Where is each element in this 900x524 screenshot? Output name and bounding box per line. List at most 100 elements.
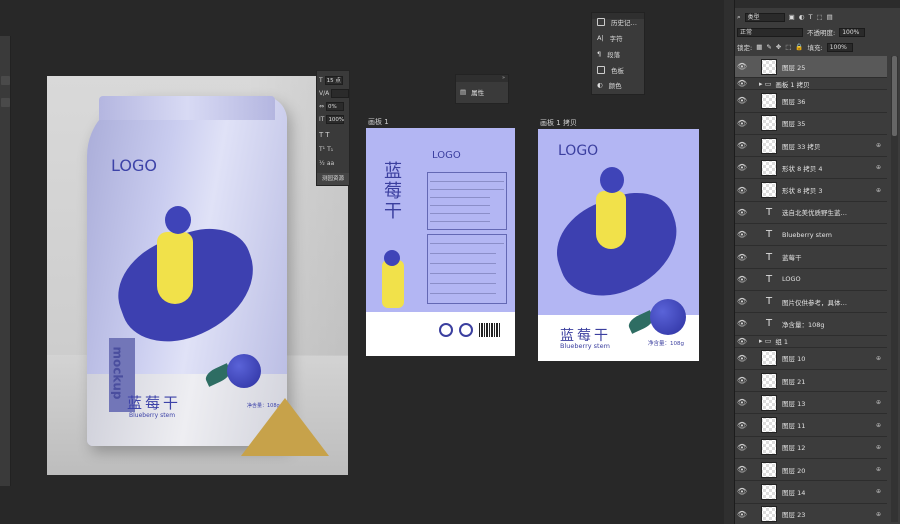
italic-icon[interactable]: T <box>325 131 329 139</box>
layer-row[interactable]: 👁 形状 8 拷贝 3 ⊕ <box>735 179 887 202</box>
layer-row[interactable]: 👁 ▸ ▭ 画板 1 拷贝 <box>735 78 887 91</box>
layer-filter-select[interactable]: 类型 <box>744 12 785 22</box>
layer-row[interactable]: 👁 图层 23 ⊕ <box>735 504 887 524</box>
blend-mode-select[interactable]: 正常 <box>737 27 803 37</box>
visibility-eye-icon[interactable]: 👁 <box>735 275 749 284</box>
visibility-eye-icon[interactable]: 👁 <box>735 253 749 262</box>
layer-name[interactable]: 画板 1 拷贝 <box>775 79 809 89</box>
layer-name[interactable]: 图层 11 <box>782 420 805 430</box>
layers-tabs[interactable] <box>735 0 900 8</box>
layer-row[interactable]: 👁 图层 25 <box>735 56 887 79</box>
font-size-field[interactable]: 15 点 <box>324 75 343 85</box>
lock-all-icon[interactable]: 🔒 <box>795 43 803 51</box>
layer-row[interactable]: 👁 图层 12 ⊕ <box>735 437 887 460</box>
move-tool-icon[interactable] <box>1 98 10 107</box>
layer-name[interactable]: 图层 12 <box>782 442 805 452</box>
visibility-eye-icon[interactable]: 👁 <box>735 186 749 195</box>
layer-row[interactable]: 👁 T 蓝莓干 <box>735 246 887 269</box>
visibility-eye-icon[interactable]: 👁 <box>735 465 749 474</box>
layers-scrollbar[interactable] <box>891 56 898 522</box>
filter-smart-icon[interactable]: ▤ <box>827 13 833 21</box>
layer-row[interactable]: 👁 ▸ ▭ 组 1 <box>735 336 887 348</box>
lock-paint-icon[interactable]: ✎ <box>766 43 771 51</box>
character-label[interactable]: 字符 <box>610 33 623 43</box>
artboard-2[interactable]: LOGO 蓝莓干 Blueberry stem 净含量：108g <box>538 129 699 361</box>
lock-pixels-icon[interactable]: ▦ <box>756 43 762 51</box>
superscript-icon[interactable]: T¹ <box>319 146 325 153</box>
canvas-scrollbar[interactable] <box>724 0 734 524</box>
brush-tool-icon[interactable] <box>1 76 10 85</box>
layer-name[interactable]: 图层 25 <box>782 62 805 72</box>
bold-icon[interactable]: T <box>319 131 323 139</box>
history-label[interactable]: 历史记… <box>611 17 637 27</box>
layers-scroll-thumb[interactable] <box>892 56 897 136</box>
layer-name[interactable]: 形状 8 拷贝 3 <box>782 185 822 195</box>
visibility-eye-icon[interactable]: 👁 <box>735 337 749 346</box>
layer-row[interactable]: 👁 T Blueberry stem <box>735 224 887 247</box>
layer-name[interactable]: 图层 13 <box>782 398 805 408</box>
tracking-field[interactable]: 0% <box>326 101 345 111</box>
layer-row[interactable]: 👁 图层 21 <box>735 370 887 393</box>
visibility-eye-icon[interactable]: 👁 <box>735 510 749 519</box>
fill-field[interactable]: 100% <box>826 42 853 52</box>
layer-name[interactable]: 形状 8 拷贝 4 <box>782 163 822 173</box>
layer-row[interactable]: 👁 T 图片仅供参考，具体… <box>735 291 887 314</box>
layer-row[interactable]: 👁 T LOGO <box>735 269 887 291</box>
paragraph-label[interactable]: 段落 <box>607 49 620 59</box>
lock-move-icon[interactable]: ✥ <box>776 43 781 51</box>
layer-name[interactable]: 组 1 <box>775 336 788 346</box>
visibility-eye-icon[interactable]: 👁 <box>735 398 749 407</box>
visibility-eye-icon[interactable]: 👁 <box>735 119 749 128</box>
filter-shape-icon[interactable]: ⬚ <box>816 13 822 21</box>
layer-row[interactable]: 👁 图层 20 ⊕ <box>735 459 887 482</box>
layer-name[interactable]: 图层 14 <box>782 487 805 497</box>
layer-name[interactable]: 图层 36 <box>782 96 805 106</box>
visibility-eye-icon[interactable]: 👁 <box>735 96 749 105</box>
artboard-1[interactable]: LOGO 蓝莓干 <box>366 128 515 356</box>
visibility-eye-icon[interactable]: 👁 <box>735 376 749 385</box>
visibility-eye-icon[interactable]: 👁 <box>735 208 749 217</box>
visibility-eye-icon[interactable]: 👁 <box>735 421 749 430</box>
layer-row[interactable]: 👁 图层 11 ⊕ <box>735 414 887 437</box>
visibility-eye-icon[interactable]: 👁 <box>735 230 749 239</box>
filter-adjust-icon[interactable]: ◐ <box>799 13 805 21</box>
layer-name[interactable]: 选自北美优质野生蓝… <box>782 207 847 217</box>
layer-row[interactable]: 👁 图层 36 <box>735 90 887 113</box>
layer-row[interactable]: 👁 T 选自北美优质野生蓝… <box>735 202 887 225</box>
subscript-icon[interactable]: T₁ <box>327 146 333 153</box>
filter-text-icon[interactable]: T <box>808 13 812 21</box>
visibility-eye-icon[interactable]: 👁 <box>735 297 749 306</box>
properties-label[interactable]: 属性 <box>471 87 484 97</box>
layer-row[interactable]: 👁 图层 33 拷贝 ⊕ <box>735 135 887 158</box>
layer-name[interactable]: 图层 23 <box>782 509 805 519</box>
visibility-eye-icon[interactable]: 👁 <box>735 487 749 496</box>
layer-row[interactable]: 👁 图层 14 ⊕ <box>735 481 887 504</box>
layer-name[interactable]: 图层 33 拷贝 <box>782 141 820 151</box>
visibility-eye-icon[interactable]: 👁 <box>735 354 749 363</box>
layer-name[interactable]: 图层 21 <box>782 376 805 386</box>
layer-name[interactable]: 净含量：108g <box>782 319 825 329</box>
layer-row[interactable]: 👁 图层 35 <box>735 113 887 135</box>
layer-name[interactable]: 图片仅供参考，具体… <box>782 297 847 307</box>
visibility-eye-icon[interactable]: 👁 <box>735 319 749 328</box>
visibility-eye-icon[interactable]: 👁 <box>735 79 749 88</box>
filter-image-icon[interactable]: ▣ <box>789 13 795 21</box>
layer-row[interactable]: 👁 形状 8 拷贝 4 ⊕ <box>735 157 887 180</box>
layer-name[interactable]: 图层 20 <box>782 465 805 475</box>
visibility-eye-icon[interactable]: 👁 <box>735 141 749 150</box>
opacity-field[interactable]: 100% <box>839 27 866 37</box>
layer-name[interactable]: 图层 10 <box>782 353 805 363</box>
artboard-2-label[interactable]: 画板 1 拷贝 <box>540 118 577 128</box>
layer-name[interactable]: 图层 35 <box>782 118 805 128</box>
layer-row[interactable]: 👁 图层 13 ⊕ <box>735 392 887 415</box>
layer-name[interactable]: Blueberry stem <box>782 231 832 239</box>
lock-artboard-icon[interactable]: ⬚ <box>785 43 791 51</box>
visibility-eye-icon[interactable]: 👁 <box>735 62 749 71</box>
stylistic-icon[interactable]: aa <box>327 160 334 167</box>
kerning-field[interactable] <box>331 88 349 98</box>
swatches-label[interactable]: 色板 <box>611 65 624 75</box>
folder-icon[interactable]: ▸ ▭ <box>759 337 771 345</box>
visibility-eye-icon[interactable]: 👁 <box>735 163 749 172</box>
layer-name[interactable]: 蓝莓干 <box>782 252 802 262</box>
color-label[interactable]: 颜色 <box>609 80 622 90</box>
